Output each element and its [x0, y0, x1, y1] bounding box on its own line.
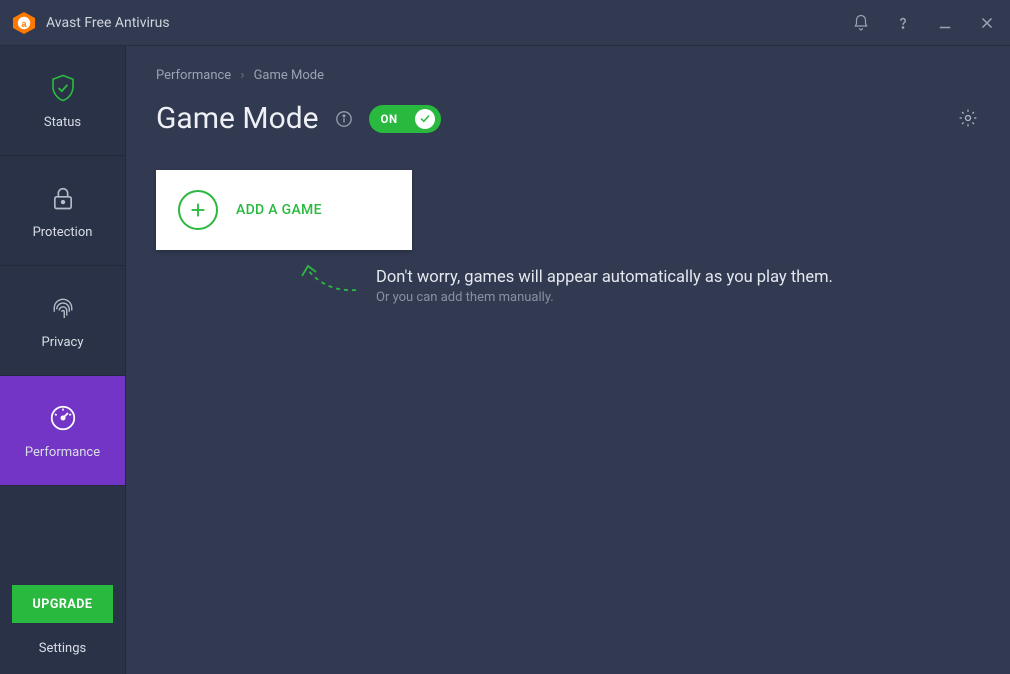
- avast-logo-icon: a: [12, 11, 36, 35]
- sidebar-item-protection[interactable]: Protection: [0, 156, 125, 266]
- sidebar-item-status[interactable]: Status: [0, 46, 125, 156]
- fingerprint-icon: [46, 291, 80, 325]
- lock-icon: [46, 181, 80, 215]
- page-header: Game Mode ON: [156, 101, 980, 136]
- plus-circle-icon: [178, 190, 218, 230]
- help-icon[interactable]: [894, 14, 912, 32]
- close-icon[interactable]: [978, 14, 996, 32]
- main-content: Performance › Game Mode Game Mode ON: [126, 46, 1010, 674]
- body: Status Protection: [0, 46, 1010, 674]
- hint-sub-text: Or you can add them manually.: [376, 290, 980, 305]
- sidebar-item-performance[interactable]: Performance: [0, 376, 125, 486]
- upgrade-button[interactable]: UPGRADE: [12, 585, 113, 623]
- minimize-icon[interactable]: [936, 14, 954, 32]
- toggle-label: ON: [381, 112, 398, 126]
- curved-arrow-icon: [296, 260, 366, 304]
- toggle-knob-icon: [415, 109, 435, 129]
- sidebar-item-privacy[interactable]: Privacy: [0, 266, 125, 376]
- add-game-card[interactable]: ADD A GAME: [156, 170, 412, 250]
- chevron-right-icon: ›: [240, 68, 244, 83]
- sidebar-item-label: Performance: [25, 445, 100, 460]
- settings-link[interactable]: Settings: [0, 641, 125, 656]
- sidebar-spacer: [0, 486, 125, 585]
- sidebar-item-label: Protection: [33, 225, 93, 240]
- breadcrumb: Performance › Game Mode: [156, 68, 980, 83]
- shield-icon: [46, 71, 80, 105]
- titlebar-controls: [852, 14, 996, 32]
- breadcrumb-parent[interactable]: Performance: [156, 68, 231, 83]
- hint-block: Don't worry, games will appear automatic…: [296, 268, 980, 305]
- page-title: Game Mode: [156, 101, 319, 136]
- gear-icon[interactable]: [958, 108, 980, 130]
- titlebar: a Avast Free Antivirus: [0, 0, 1010, 46]
- sidebar: Status Protection: [0, 46, 126, 674]
- sidebar-item-label: Status: [44, 115, 81, 130]
- breadcrumb-current: Game Mode: [254, 68, 324, 83]
- sidebar-item-label: Privacy: [42, 335, 84, 350]
- add-game-label: ADD A GAME: [236, 202, 322, 218]
- info-icon[interactable]: [335, 110, 353, 128]
- hint-text: Don't worry, games will appear automatic…: [376, 268, 980, 305]
- bell-icon[interactable]: [852, 14, 870, 32]
- hint-main-text: Don't worry, games will appear automatic…: [376, 268, 980, 287]
- gauge-icon: [46, 401, 80, 435]
- app-title: Avast Free Antivirus: [46, 15, 852, 31]
- game-mode-toggle[interactable]: ON: [369, 105, 441, 133]
